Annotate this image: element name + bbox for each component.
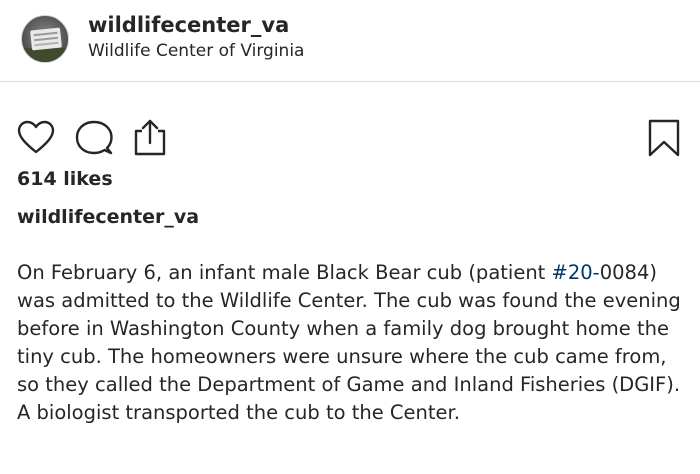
comment-icon[interactable] <box>74 118 114 158</box>
caption-username[interactable]: wildlifecenter_va <box>17 206 199 228</box>
bookmark-icon[interactable] <box>646 118 682 158</box>
likes-count[interactable]: 614 likes <box>17 168 113 190</box>
caption-text-start: On February 6, an infant male Black Bear… <box>17 261 552 284</box>
avatar-sign <box>30 27 62 51</box>
post-caption: On February 6, an infant male Black Bear… <box>17 259 687 427</box>
instagram-post: wildlifecenter_va Wildlife Center of Vir… <box>0 0 700 474</box>
share-icon[interactable] <box>130 118 170 158</box>
heart-icon[interactable] <box>16 118 56 158</box>
post-location[interactable]: Wildlife Center of Virginia <box>88 41 304 61</box>
avatar[interactable] <box>21 15 69 63</box>
hashtag-link[interactable]: #20- <box>552 261 600 284</box>
post-header: wildlifecenter_va Wildlife Center of Vir… <box>0 0 700 82</box>
post-username[interactable]: wildlifecenter_va <box>88 13 289 37</box>
avatar-ground <box>22 48 68 62</box>
post-actions <box>0 112 700 162</box>
caption-text-end: 0084) was admitted to the Wildlife Cente… <box>17 261 681 424</box>
